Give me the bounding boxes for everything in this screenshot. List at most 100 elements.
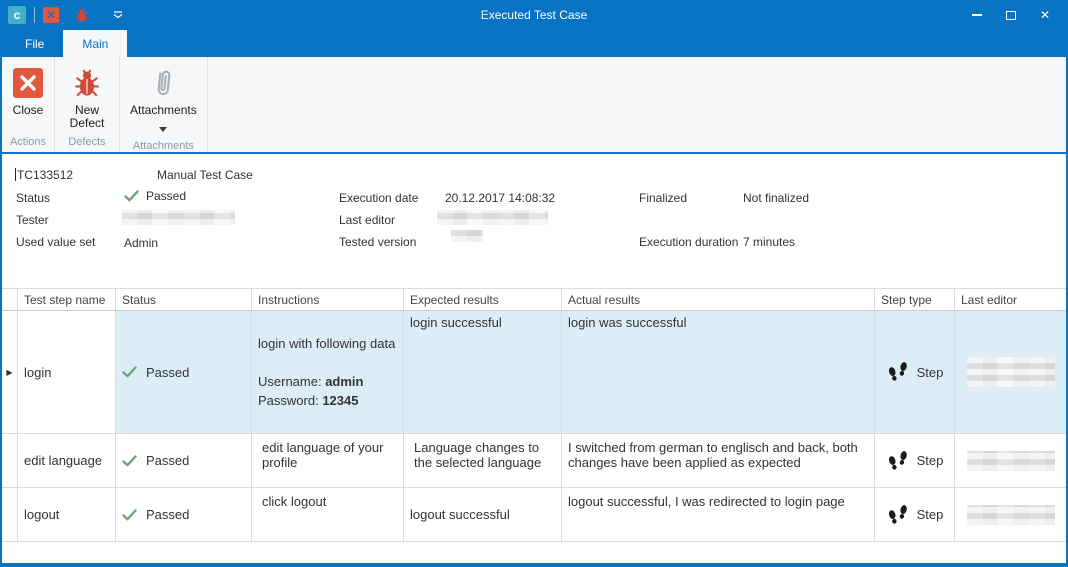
tested-version-value-redacted xyxy=(451,230,483,242)
close-window-button[interactable]: ✕ xyxy=(1030,3,1060,27)
minimize-icon xyxy=(972,14,982,16)
last-editor-value-redacted xyxy=(437,210,548,225)
paperclip-icon xyxy=(151,66,176,100)
checkmark-icon xyxy=(122,509,137,521)
used-value-set-label: Used value set xyxy=(16,235,95,249)
test-case-id-field[interactable]: TC133512 xyxy=(15,168,73,182)
cell-instructions[interactable]: click logout xyxy=(252,488,404,542)
last-editor-label: Last editor xyxy=(339,213,395,227)
ribbon-group-actions: Close Actions xyxy=(2,57,55,152)
group-label-actions: Actions xyxy=(2,135,54,152)
cell-last-editor[interactable] xyxy=(955,488,1066,542)
row-indicator[interactable] xyxy=(2,488,18,542)
step-type-text: Step xyxy=(917,453,944,468)
column-header-test-step-name[interactable]: Test step name xyxy=(18,289,116,311)
bug-icon xyxy=(73,68,101,98)
tab-file[interactable]: File xyxy=(6,30,63,57)
cell-status[interactable]: Passed xyxy=(116,488,252,542)
cell-test-step-name[interactable]: login xyxy=(18,311,116,434)
cell-actual-results[interactable]: logout successful, I was redirected to l… xyxy=(562,488,875,542)
cell-status[interactable]: Passed xyxy=(116,311,252,434)
checkmark-icon xyxy=(122,366,137,378)
last-editor-redacted xyxy=(967,451,1055,471)
tester-label: Tester xyxy=(16,213,49,227)
last-editor-redacted xyxy=(967,357,1055,387)
cell-actual-results[interactable]: login was successful xyxy=(562,311,875,434)
app-logo-icon[interactable]: c xyxy=(8,6,26,24)
footprints-icon xyxy=(886,361,910,383)
cell-last-editor[interactable] xyxy=(955,311,1066,434)
checkmark-icon xyxy=(122,455,137,467)
status-text: Passed xyxy=(146,365,189,380)
test-case-details: TC133512 Manual Test Case Status Passed … xyxy=(2,154,1066,288)
instructions-username: Username: admin xyxy=(258,372,395,391)
execution-date-value: 20.12.2017 14:08:32 xyxy=(445,191,555,205)
minimize-button[interactable] xyxy=(962,3,992,27)
quick-access-dropdown-icon[interactable] xyxy=(113,11,123,19)
row-indicator[interactable] xyxy=(2,434,18,488)
instructions-intro: login with following data xyxy=(258,334,395,353)
new-defect-button-label: New Defect xyxy=(65,104,109,130)
window-controls: ✕ xyxy=(962,3,1060,27)
new-defect-button[interactable]: New Defect xyxy=(59,63,115,132)
footprints-icon xyxy=(886,504,910,526)
ribbon-group-attachments: Attachments Attachments xyxy=(120,57,208,152)
close-button-label: Close xyxy=(13,104,44,117)
maximize-button[interactable] xyxy=(996,3,1026,27)
cell-last-editor[interactable] xyxy=(955,434,1066,488)
execution-date-label: Execution date xyxy=(339,191,418,205)
group-label-attachments: Attachments xyxy=(120,139,207,154)
test-case-type: Manual Test Case xyxy=(157,168,253,182)
step-type-text: Step xyxy=(917,507,944,522)
column-header-step-type[interactable]: Step type xyxy=(875,289,955,311)
column-header-instructions[interactable]: Instructions xyxy=(252,289,404,311)
cell-actual-results[interactable]: I switched from german to englisch and b… xyxy=(562,434,875,488)
row-indicator[interactable]: ▶ xyxy=(2,311,18,434)
column-header-actual-results[interactable]: Actual results xyxy=(562,289,875,311)
ribbon: Close Actions xyxy=(2,57,1066,154)
status-text: Passed xyxy=(146,507,189,522)
row-indicator-header xyxy=(2,289,18,311)
tab-main[interactable]: Main xyxy=(63,30,127,57)
cell-instructions[interactable]: login with following data Username: admi… xyxy=(252,311,404,434)
quick-close-icon[interactable]: ✕ xyxy=(43,7,59,23)
step-type-text: Step xyxy=(917,365,944,380)
group-label-defects: Defects xyxy=(55,135,119,152)
cell-expected-results[interactable]: logout successful xyxy=(404,488,562,542)
maximize-icon xyxy=(1006,11,1016,20)
tester-value-redacted xyxy=(122,210,235,225)
ribbon-group-defects: New Defect Defects xyxy=(55,57,120,152)
column-header-status[interactable]: Status xyxy=(116,289,252,311)
status-label: Status xyxy=(16,191,50,205)
cell-test-step-name[interactable]: edit language xyxy=(18,434,116,488)
status-value: Passed xyxy=(124,189,186,203)
cell-expected-results[interactable]: Language changes to the selected languag… xyxy=(404,434,562,488)
ribbon-tab-row: File Main xyxy=(2,30,1066,57)
cell-step-type[interactable]: Step xyxy=(875,488,955,542)
used-value-set-value: Admin xyxy=(124,236,158,250)
close-icon: ✕ xyxy=(1040,9,1050,21)
bug-icon xyxy=(74,7,90,23)
column-header-last-editor[interactable]: Last editor xyxy=(955,289,1066,311)
cell-step-type[interactable]: Step xyxy=(875,434,955,488)
cell-status[interactable]: Passed xyxy=(116,434,252,488)
test-steps-grid: Test step name Status Instructions Expec… xyxy=(2,288,1066,542)
window-title: Executed Test Case xyxy=(2,8,1066,22)
column-header-expected-results[interactable]: Expected results xyxy=(404,289,562,311)
execution-duration-value: 7 minutes xyxy=(743,235,795,249)
finalized-label: Finalized xyxy=(639,191,687,205)
quick-access-separator xyxy=(34,7,35,23)
tested-version-label: Tested version xyxy=(339,235,416,249)
cell-instructions[interactable]: edit language of your profile xyxy=(252,434,404,488)
attachments-button[interactable]: Attachments xyxy=(124,63,203,139)
close-x-icon xyxy=(13,68,43,98)
text-cursor xyxy=(15,168,16,181)
cell-test-step-name[interactable]: logout xyxy=(18,488,116,542)
footprints-icon xyxy=(886,450,910,472)
cell-step-type[interactable]: Step xyxy=(875,311,955,434)
status-text: Passed xyxy=(146,453,189,468)
cell-expected-results[interactable]: login successful xyxy=(404,311,562,434)
close-button[interactable]: Close xyxy=(6,63,50,119)
quick-bug-icon[interactable] xyxy=(73,6,91,24)
last-editor-redacted xyxy=(967,505,1055,525)
